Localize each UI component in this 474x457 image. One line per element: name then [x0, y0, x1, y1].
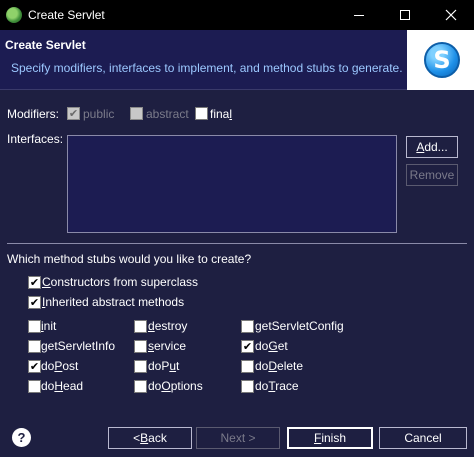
help-icon[interactable]: ?	[12, 428, 31, 447]
abstract-label: abstract	[146, 107, 189, 121]
check-icon: ✔	[29, 360, 40, 373]
wizard-banner: S	[407, 30, 474, 90]
finish-button[interactable]: Finish	[287, 427, 373, 449]
close-icon	[445, 9, 457, 21]
init-label: init	[41, 319, 57, 333]
public-checkbox[interactable]: ✔	[67, 107, 80, 120]
service-label: service	[148, 339, 187, 353]
next-button[interactable]: Next >	[196, 427, 280, 449]
header-description: Specify modifiers, interfaces to impleme…	[11, 61, 403, 75]
doput-checkbox[interactable]	[134, 360, 147, 373]
constructors-checkbox[interactable]: ✔	[28, 276, 41, 289]
check-icon: ✔	[29, 276, 40, 289]
dooptions-checkbox[interactable]	[134, 380, 147, 393]
dotrace-checkbox[interactable]	[241, 380, 254, 393]
getservletinfo-label: getServletInfo	[41, 339, 116, 353]
dopost-label: doPost	[41, 359, 79, 373]
dopost-checkbox[interactable]: ✔	[28, 360, 41, 373]
dodelete-checkbox[interactable]	[241, 360, 254, 373]
getservletconfig-label: getServletConfig	[255, 319, 344, 333]
minimize-icon	[354, 14, 364, 16]
init-checkbox[interactable]	[28, 320, 41, 333]
inherited-methods-checkbox[interactable]: ✔	[28, 296, 41, 309]
interfaces-label: Interfaces:	[7, 132, 64, 146]
wizard-header: Create Servlet Specify modifiers, interf…	[0, 30, 474, 90]
check-icon: ✔	[242, 340, 253, 353]
dodelete-label: doDelete	[255, 359, 304, 373]
maximize-icon	[400, 10, 410, 20]
minimize-button[interactable]	[336, 0, 382, 30]
inherited-methods-label: Inherited abstract methods	[42, 295, 185, 309]
eclipse-app-icon	[6, 7, 22, 23]
maximize-button[interactable]	[382, 0, 428, 30]
interfaces-list[interactable]	[67, 135, 397, 233]
window-title: Create Servlet	[28, 8, 105, 22]
service-checkbox[interactable]	[134, 340, 147, 353]
check-icon: ✔	[29, 296, 40, 309]
header-title: Create Servlet	[5, 38, 86, 52]
final-label: final	[210, 107, 233, 121]
destroy-checkbox[interactable]	[134, 320, 147, 333]
public-label: public	[83, 107, 115, 121]
back-button[interactable]: < Back	[108, 427, 192, 449]
getservletinfo-checkbox[interactable]	[28, 340, 41, 353]
separator	[7, 243, 467, 244]
add-interface-button[interactable]: Add...	[406, 136, 458, 158]
abstract-checkbox[interactable]	[130, 107, 143, 120]
title-bar: Create Servlet	[0, 0, 474, 30]
check-icon: ✔	[68, 107, 79, 120]
doput-label: doPut	[148, 359, 180, 373]
dooptions-label: doOptions	[148, 379, 203, 393]
getservletconfig-checkbox[interactable]	[241, 320, 254, 333]
remove-interface-button[interactable]: Remove	[406, 164, 458, 186]
dohead-checkbox[interactable]	[28, 380, 41, 393]
doget-label: doGet	[255, 339, 288, 353]
doget-checkbox[interactable]: ✔	[241, 340, 254, 353]
servlet-logo-icon: S	[424, 42, 460, 78]
modifiers-label: Modifiers:	[7, 107, 60, 121]
dotrace-label: doTrace	[255, 379, 299, 393]
cancel-button[interactable]: Cancel	[379, 427, 467, 449]
close-button[interactable]	[428, 0, 474, 30]
destroy-label: destroy	[148, 319, 188, 333]
dohead-label: doHead	[41, 379, 84, 393]
stubs-question: Which method stubs would you like to cre…	[7, 252, 252, 266]
final-checkbox[interactable]	[195, 107, 208, 120]
constructors-label: Constructors from superclass	[42, 275, 199, 289]
